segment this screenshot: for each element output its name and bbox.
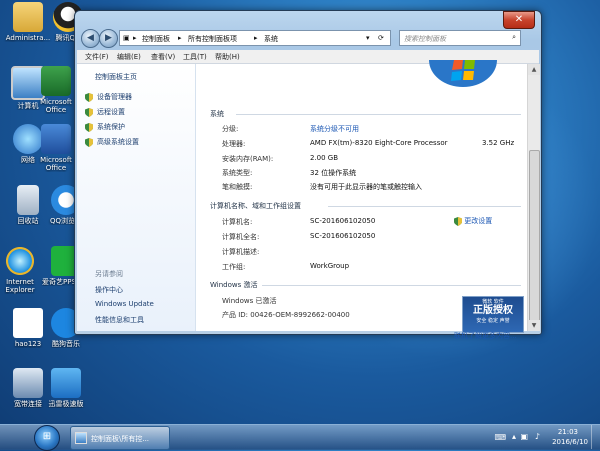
scroll-down-icon[interactable]: ▼: [528, 320, 540, 331]
desktop-icon-word[interactable]: Microsoft Office Word: [36, 124, 76, 172]
show-desktop-button[interactable]: [591, 425, 600, 449]
workgroup-label: 工作组:: [222, 263, 246, 271]
windows-logo-icon: [429, 60, 497, 87]
workgroup-value: WorkGroup: [310, 262, 350, 270]
folder-icon: ▣: [123, 34, 130, 42]
computer-description-label: 计算机描述:: [222, 248, 260, 256]
search-icon[interactable]: ⌕: [512, 33, 516, 42]
menu-help[interactable]: 帮助(H): [215, 52, 240, 62]
system-type-value: 32 位操作系统: [310, 169, 357, 177]
shield-icon: [85, 107, 93, 117]
desktop-icon-internet-explorer[interactable]: Internet Explorer: [0, 246, 40, 294]
clock-date[interactable]: 2016/6/10: [552, 438, 588, 446]
breadcrumb-separator-icon: ▸: [178, 34, 182, 42]
control-panel-window: ✕ ◀ ▶ ▣ ▸ 控制面板 ▸ 所有控制面板项 ▸ 系统 ▾ ⟳ 搜索控制面板…: [74, 10, 542, 340]
computer-name-label: 计算机名:: [222, 218, 253, 226]
volume-icon[interactable]: ♪: [535, 432, 540, 441]
shield-icon: [454, 216, 462, 226]
scroll-thumb[interactable]: [529, 150, 540, 322]
system-section-title: 系统: [210, 110, 224, 118]
full-computer-name-value: SC-201606102050: [310, 232, 376, 240]
see-also-performance[interactable]: 性能信息和工具: [95, 315, 144, 325]
vertical-scrollbar[interactable]: ▲ ▼: [527, 64, 540, 331]
taskbar: ⊞ 控制面板\所有控... ⌨ ▴ ▣ ♪ 21:03 2016/6/10: [0, 424, 600, 451]
activation-status: Windows 已激活: [222, 297, 277, 305]
sidebar-item-system-protection[interactable]: 系统保护: [85, 122, 125, 132]
shield-icon: [85, 92, 93, 102]
desktop-icon-excel[interactable]: Microsoft Office Excel: [36, 66, 76, 114]
see-also-heading: 另请参阅: [95, 270, 123, 278]
badge-main-text: 正版授权: [473, 305, 513, 316]
start-button[interactable]: ⊞: [34, 425, 60, 451]
learn-more-link[interactable]: 联机了解更多内容...: [454, 331, 517, 341]
see-also-windows-update[interactable]: Windows Update: [95, 300, 154, 308]
dropdown-arrow-icon[interactable]: ▾: [366, 34, 370, 42]
rating-value-link[interactable]: 系统分级不可用: [310, 124, 359, 134]
clock-time[interactable]: 21:03: [558, 428, 578, 436]
shield-icon: [85, 137, 93, 147]
product-id: 产品 ID: 00426-OEM-8992662-00400: [222, 311, 350, 319]
breadcrumb-system[interactable]: 系统: [264, 34, 278, 44]
pen-touch-value: 没有可用于此显示器的笔或触控输入: [310, 183, 422, 191]
change-settings-link[interactable]: 更改设置: [454, 216, 492, 226]
keyboard-icon[interactable]: ⌨: [494, 433, 506, 442]
activation-section-title: Windows 激活: [210, 281, 258, 289]
divider: [262, 285, 521, 286]
control-panel-home-link[interactable]: 控制面板主页: [95, 72, 137, 82]
breadcrumb-control-panel[interactable]: 控制面板: [142, 34, 170, 44]
divider: [328, 206, 521, 207]
desktop-icon-xunlei[interactable]: 迅雷极速版: [38, 368, 94, 408]
show-hidden-icons-icon[interactable]: ▴: [512, 432, 516, 441]
computer-name-section-title: 计算机名称、域和工作组设置: [210, 202, 301, 210]
refresh-icon[interactable]: ⟳: [378, 34, 384, 42]
excel-icon: [41, 66, 71, 96]
breadcrumb-separator-icon: ▸: [133, 34, 137, 42]
search-input[interactable]: 搜索控制面板 ⌕: [399, 30, 521, 46]
sidebar-item-advanced-settings[interactable]: 高级系统设置: [85, 137, 139, 147]
sidebar-item-remote-settings[interactable]: 远程设置: [85, 107, 125, 117]
ram-value: 2.00 GB: [310, 154, 339, 162]
word-icon: [41, 124, 71, 154]
pen-touch-label: 笔和触摸:: [222, 183, 253, 191]
system-info-panel: 系统 分级: 系统分级不可用 处理器: AMD FX(tm)-8320 Eigh…: [196, 60, 527, 340]
processor-value: AMD FX(tm)-8320 Eight-Core Processor: [310, 139, 448, 147]
menu-file[interactable]: 文件(F): [85, 52, 109, 62]
shield-icon: [85, 122, 93, 132]
control-panel-icon: [75, 432, 87, 444]
user-folder-icon: [13, 2, 43, 32]
genuine-badge: 微软 软件 正版授权 安全 稳定 声誉: [462, 296, 524, 333]
taskbar-item-control-panel[interactable]: 控制面板\所有控...: [70, 426, 170, 450]
badge-top-text: 微软 软件: [482, 299, 504, 305]
ram-label: 安装内存(RAM):: [222, 155, 274, 163]
xunlei-icon: [51, 368, 81, 398]
back-button[interactable]: ◀: [81, 29, 100, 48]
breadcrumb-separator-icon: ▸: [254, 34, 258, 42]
see-also-action-center[interactable]: 操作中心: [95, 285, 123, 295]
system-type-label: 系统类型:: [222, 169, 253, 177]
menu-tools[interactable]: 工具(T): [183, 52, 207, 62]
close-button[interactable]: ✕: [503, 11, 535, 29]
processor-label: 处理器:: [222, 140, 246, 148]
sidebar-item-device-manager[interactable]: 设备管理器: [85, 92, 132, 102]
address-bar[interactable]: ▣ ▸ 控制面板 ▸ 所有控制面板项 ▸ 系统 ▾ ⟳: [119, 30, 391, 46]
menu-view[interactable]: 查看(V): [151, 52, 175, 62]
badge-sub-text: 安全 稳定 声誉: [476, 318, 510, 324]
processor-speed: 3.52 GHz: [482, 139, 515, 147]
recycle-bin-icon: [17, 185, 39, 215]
sidebar: 控制面板主页 设备管理器 远程设置 系统保护 高级系统设置 另请参阅 操作中心 …: [77, 64, 196, 331]
full-computer-name-label: 计算机全名:: [222, 233, 260, 241]
breadcrumb-all-items[interactable]: 所有控制面板项: [188, 34, 237, 44]
computer-name-value: SC-201606102050: [310, 217, 376, 225]
network-status-icon[interactable]: ▣: [520, 432, 528, 441]
rating-label: 分级:: [222, 125, 239, 133]
forward-button[interactable]: ▶: [99, 29, 118, 48]
menu-edit[interactable]: 编辑(E): [117, 52, 141, 62]
ie-icon: [5, 246, 35, 276]
divider: [236, 114, 521, 115]
scroll-up-icon[interactable]: ▲: [528, 64, 540, 75]
